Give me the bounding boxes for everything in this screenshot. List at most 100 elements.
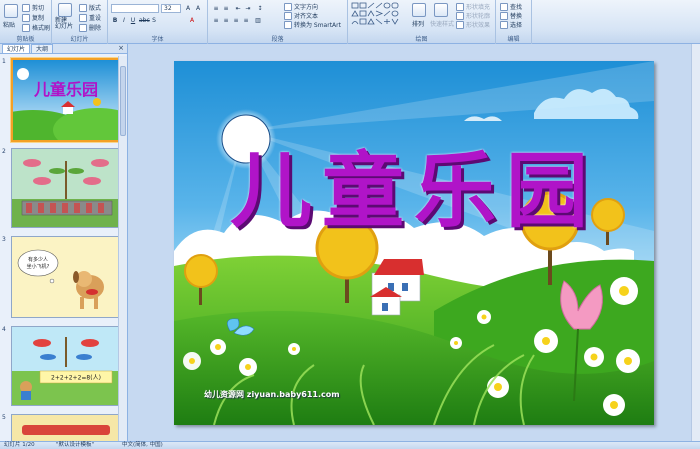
- new-slide-icon[interactable]: [58, 3, 72, 17]
- layout-button[interactable]: 版式: [79, 3, 101, 12]
- shape-effects-button[interactable]: 形状效果: [456, 20, 490, 29]
- align-left-icon[interactable]: ≡: [212, 16, 220, 24]
- font-size-select[interactable]: 32: [161, 4, 181, 13]
- slide-number: 3: [2, 236, 6, 243]
- thumb-5-art: [12, 415, 118, 441]
- slide-thumbnail-2[interactable]: [11, 148, 118, 228]
- drawing-group-label: 绘图: [415, 36, 428, 43]
- tab-outline[interactable]: 大纲: [31, 44, 54, 53]
- font-group-label: 字体: [151, 36, 164, 43]
- slide-number: 1: [2, 58, 6, 65]
- shrink-font-icon[interactable]: A: [194, 4, 202, 12]
- font-color-icon[interactable]: A: [188, 16, 196, 24]
- ribbon: 粘贴 剪切 复制 格式刷 剪贴板 新建 幻灯片 版式 重设 删除 幻灯片 32 …: [0, 0, 700, 44]
- slide-title[interactable]: 儿童乐园: [174, 124, 654, 243]
- decrease-indent-icon[interactable]: ⇤: [234, 4, 242, 12]
- slide-number: 4: [2, 326, 6, 333]
- thumb-1-art: 儿童乐园: [13, 60, 118, 140]
- line-spacing-icon[interactable]: ↕: [256, 4, 264, 12]
- paragraph-group: ≡ ≡ ⇤ ⇥ ↕ ≡ ≡ ≡ ≡ ▥ 文字方向 对齐文本 转换为 SmartA…: [208, 0, 348, 44]
- shape-fill-button[interactable]: 形状填充: [456, 2, 490, 11]
- smartart-icon: [284, 20, 292, 29]
- editor-scrollbar[interactable]: [691, 44, 700, 441]
- reset-button[interactable]: 重设: [79, 13, 101, 22]
- slides-group-label: 幻灯片: [70, 36, 89, 43]
- bold-icon[interactable]: B: [111, 16, 119, 24]
- cloud: [464, 116, 502, 121]
- thumb-3-bubble-line: 有多少人: [28, 256, 48, 263]
- fill-bucket-icon: [456, 2, 464, 11]
- slide-number: 5: [2, 414, 6, 421]
- editing-group: 查找 替换 选择 编辑: [496, 0, 532, 44]
- find-button[interactable]: 查找: [500, 2, 522, 11]
- quick-styles-button[interactable]: 快速样式: [430, 19, 454, 28]
- drawing-group: 排列 快速样式 形状填充 形状轮廓 形状效果 绘图: [348, 0, 496, 44]
- quick-styles-icon[interactable]: [434, 3, 448, 17]
- shapes-gallery[interactable]: [351, 2, 407, 32]
- font-name-select[interactable]: [111, 4, 159, 13]
- copy-icon: [22, 13, 30, 22]
- binoculars-icon: [500, 2, 508, 11]
- text-direction-button[interactable]: 文字方向: [284, 2, 318, 11]
- thumb-3-art: 有多少人 坐小飞机?: [12, 237, 118, 317]
- paste-icon[interactable]: [4, 4, 18, 18]
- scrollbar-thumb[interactable]: [120, 66, 126, 136]
- layout-icon: [79, 3, 87, 12]
- arrange-icon[interactable]: [412, 3, 426, 17]
- close-icon[interactable]: ×: [118, 44, 124, 53]
- copy-button[interactable]: 复制: [22, 13, 44, 22]
- shadow-icon[interactable]: S: [150, 16, 158, 24]
- new-slide-button[interactable]: 新建 幻灯片: [55, 18, 73, 30]
- slide-background-art: [174, 61, 654, 425]
- effects-icon: [456, 20, 464, 29]
- scissors-icon: [22, 3, 30, 12]
- thumb-2-art: [12, 149, 118, 227]
- thumb-4-art: 2+2+2+2=8(人): [12, 327, 118, 405]
- align-right-icon[interactable]: ≡: [232, 16, 240, 24]
- slide-canvas[interactable]: 儿童乐园 幼儿资源网 ziyuan.baby611.com: [174, 61, 654, 425]
- slides-panel: 幻灯片 大纲 × 1 儿童乐园 2 3 有多少人 坐小飞机? 4 2+2+2+2…: [0, 44, 128, 441]
- watermark: 幼儿资源网 ziyuan.baby611.com: [204, 390, 340, 399]
- increase-indent-icon[interactable]: ⇥: [244, 4, 252, 12]
- bullets-icon[interactable]: ≡: [212, 4, 220, 12]
- editing-group-label: 编辑: [507, 36, 520, 43]
- justify-icon[interactable]: ≡: [242, 16, 250, 24]
- slide-thumbnail-4[interactable]: 2+2+2+2=8(人): [11, 326, 118, 406]
- italic-icon[interactable]: I: [120, 16, 128, 24]
- underline-icon[interactable]: U: [129, 16, 137, 24]
- thumb-4-equation: 2+2+2+2=8(人): [51, 375, 101, 382]
- language[interactable]: 中文(简体, 中国): [122, 442, 163, 449]
- text-direction-icon: [284, 2, 292, 11]
- delete-icon: [79, 23, 87, 32]
- thumbnail-scrollbar[interactable]: [118, 56, 127, 441]
- slide-thumbnail-3[interactable]: 有多少人 坐小飞机?: [11, 236, 118, 318]
- format-painter-button[interactable]: 格式刷: [22, 23, 50, 32]
- columns-icon[interactable]: ▥: [254, 16, 262, 24]
- strikethrough-icon[interactable]: abc: [138, 16, 150, 24]
- replace-icon: [500, 11, 508, 20]
- theme-name[interactable]: "默认设计模板": [56, 442, 94, 449]
- grow-font-icon[interactable]: A: [184, 4, 192, 12]
- clipboard-group-label: 剪贴板: [16, 36, 35, 43]
- brush-icon: [22, 23, 30, 32]
- arrange-button[interactable]: 排列: [412, 19, 424, 28]
- pen-icon: [456, 11, 464, 20]
- cut-button[interactable]: 剪切: [22, 3, 44, 12]
- tab-slides[interactable]: 幻灯片: [2, 44, 31, 53]
- select-button[interactable]: 选择: [500, 20, 522, 29]
- shape-outline-button[interactable]: 形状轮廓: [456, 11, 490, 20]
- align-text-icon: [284, 11, 292, 20]
- align-center-icon[interactable]: ≡: [222, 16, 230, 24]
- slide-thumbnail-5[interactable]: [11, 414, 118, 441]
- smartart-button[interactable]: 转换为 SmartArt: [284, 20, 341, 29]
- paragraph-group-label: 段落: [271, 36, 284, 43]
- paste-button[interactable]: 粘贴: [3, 20, 15, 29]
- replace-button[interactable]: 替换: [500, 11, 522, 20]
- numbering-icon[interactable]: ≡: [222, 4, 230, 12]
- slides-group: 新建 幻灯片 版式 重设 删除 幻灯片: [52, 0, 108, 44]
- delete-button[interactable]: 删除: [79, 23, 101, 32]
- cursor-icon: [500, 20, 508, 29]
- align-text-button[interactable]: 对齐文本: [284, 11, 318, 20]
- clipboard-group: 粘贴 剪切 复制 格式刷 剪贴板: [0, 0, 52, 44]
- slide-thumbnail-1[interactable]: 儿童乐园: [11, 58, 118, 142]
